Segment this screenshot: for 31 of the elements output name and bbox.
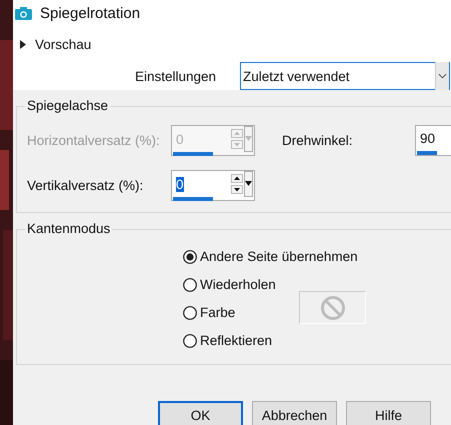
field-label: Horizontalversatz (%): <box>27 133 161 148</box>
radio-option[interactable]: Andere Seite übernehmen <box>183 249 358 264</box>
dialog-button[interactable]: Abbrechen <box>252 401 337 425</box>
field-value: 0 <box>176 132 184 146</box>
radio-option[interactable]: Wiederholen <box>183 277 276 292</box>
radio-button[interactable] <box>183 250 197 264</box>
dialog-button[interactable]: OK <box>158 401 243 425</box>
expand-arrow-icon <box>20 40 26 48</box>
field-label: Drehwinkel: <box>282 133 354 148</box>
no-entry-icon <box>320 294 346 320</box>
field-value: 90 <box>420 131 436 146</box>
radio-button[interactable] <box>183 278 197 292</box>
color-swatch[interactable] <box>299 291 366 324</box>
field-value: 0 <box>176 176 184 192</box>
dialog-button[interactable]: Hilfe <box>346 401 431 425</box>
field-label: Vertikalversatz (%): <box>27 178 144 193</box>
down-arrow-icon[interactable] <box>231 185 243 194</box>
preview-toggle[interactable]: Vorschau <box>13 33 92 55</box>
window-title: Spiegelrotation <box>40 4 140 22</box>
radio-button[interactable] <box>183 306 197 320</box>
up-arrow-icon[interactable] <box>231 174 243 183</box>
spin-field[interactable]: 90 <box>415 125 451 156</box>
caret-icon[interactable] <box>244 171 253 197</box>
settings-label: Einstellungen <box>135 68 218 84</box>
radio-option[interactable]: Reflektieren <box>183 333 272 348</box>
spin-field[interactable]: 0 <box>171 170 255 201</box>
radio-option[interactable]: Farbe <box>183 305 236 320</box>
group-title: Spiegelachse <box>25 98 110 113</box>
radio-button[interactable] <box>183 334 197 348</box>
group-title: Kantenmodus <box>25 221 112 236</box>
settings-dropdown[interactable]: Zuletzt verwendet <box>240 62 450 90</box>
